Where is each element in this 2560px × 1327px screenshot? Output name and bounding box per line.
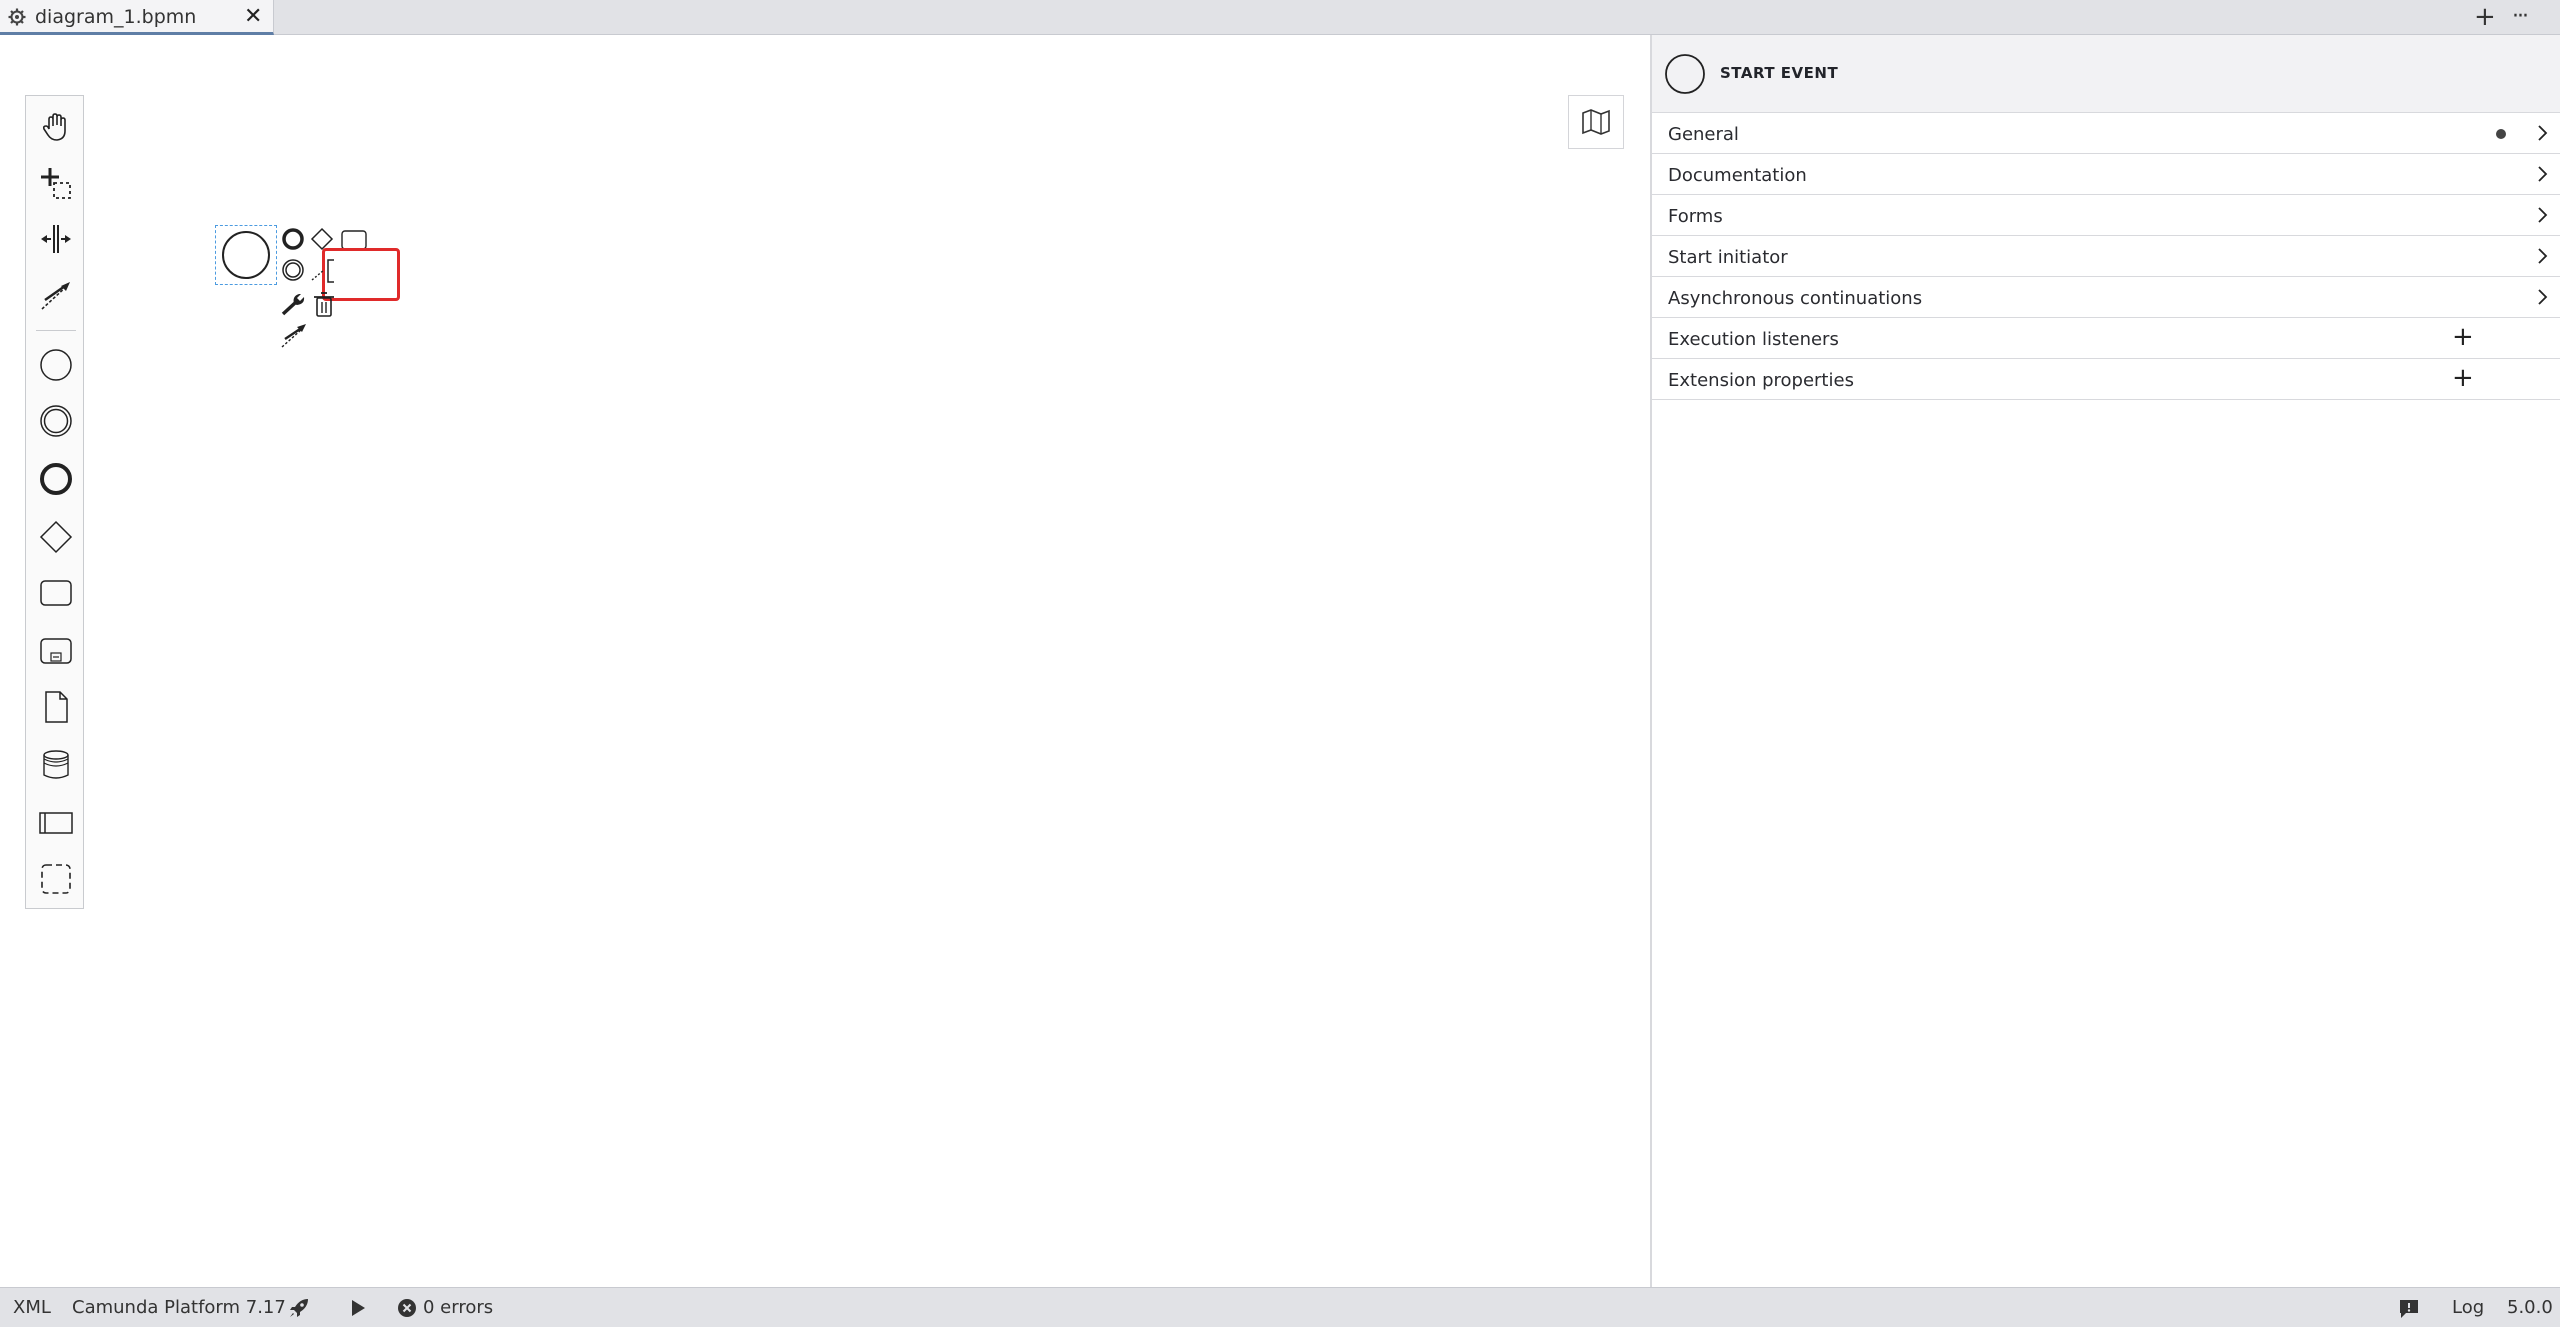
tool-palette: [25, 95, 84, 909]
delete-trash-icon[interactable]: [312, 291, 336, 319]
group-documentation[interactable]: Documentation: [1652, 154, 2560, 195]
add-extension-property-icon[interactable]: +: [2452, 364, 2474, 392]
group-execution-listeners[interactable]: Execution listeners +: [1652, 318, 2560, 359]
chevron-right-icon: [2538, 207, 2548, 223]
group-label: Documentation: [1668, 165, 1807, 186]
tab-diagram[interactable]: diagram_1.bpmn ✕: [0, 0, 274, 35]
global-connect-icon[interactable]: [39, 278, 73, 312]
app-version[interactable]: 5.0.0: [2507, 1297, 2553, 1318]
xml-view-button[interactable]: XML: [13, 1297, 51, 1318]
data-marker-dot: [2496, 129, 2506, 139]
append-text-annotation-icon[interactable]: [310, 258, 338, 286]
diagram-canvas[interactable]: [0, 35, 1650, 1287]
group-label: General: [1668, 124, 1739, 145]
data-object-icon[interactable]: [39, 690, 73, 724]
group-async-continuations[interactable]: Asynchronous continuations: [1652, 277, 2560, 318]
end-event-icon[interactable]: [39, 462, 73, 496]
tab-bar: diagram_1.bpmn ✕ + ···: [0, 0, 2560, 35]
errors-count[interactable]: 0 errors: [423, 1297, 493, 1318]
intermediate-event-icon[interactable]: [39, 404, 73, 438]
feedback-icon[interactable]: [2398, 1298, 2420, 1320]
start-event-shape[interactable]: [220, 230, 272, 282]
lasso-tool-icon[interactable]: [39, 166, 73, 200]
task-icon[interactable]: [39, 576, 73, 610]
chevron-right-icon: [2538, 289, 2548, 305]
platform-version-button[interactable]: Camunda Platform 7.17: [72, 1297, 286, 1318]
subprocess-icon[interactable]: [39, 634, 73, 668]
start-event-icon[interactable]: [39, 348, 73, 382]
group-label: Asynchronous continuations: [1668, 288, 1923, 309]
gear-icon: [8, 8, 26, 26]
rocket-deploy-icon[interactable]: [288, 1297, 310, 1319]
palette-separator: [36, 330, 76, 331]
group-label: Start initiator: [1668, 247, 1788, 268]
data-store-icon[interactable]: [39, 748, 73, 782]
append-end-event-icon[interactable]: [281, 227, 305, 251]
group-general[interactable]: General: [1652, 113, 2560, 154]
tab-title: diagram_1.bpmn: [35, 6, 197, 28]
chevron-right-icon: [2538, 166, 2548, 182]
space-tool-icon[interactable]: [39, 222, 73, 256]
properties-header: START EVENT: [1652, 35, 2560, 113]
hand-tool-icon[interactable]: [39, 110, 73, 144]
chevron-right-icon: [2538, 125, 2548, 141]
connect-arrow-icon[interactable]: [280, 321, 308, 349]
group-label: Execution listeners: [1668, 329, 1839, 350]
play-icon[interactable]: [349, 1298, 367, 1318]
group-label: Extension properties: [1668, 370, 1854, 391]
pool-icon[interactable]: [39, 806, 73, 840]
minimap-toggle-button[interactable]: [1568, 95, 1624, 149]
properties-panel: START EVENT General Documentation Forms …: [1650, 35, 2560, 1287]
status-bar: XML Camunda Platform 7.17 0 errors Log 5…: [0, 1287, 2560, 1327]
element-type-title: START EVENT: [1720, 64, 1839, 82]
close-tab-icon[interactable]: ✕: [244, 4, 262, 29]
group-start-initiator[interactable]: Start initiator: [1652, 236, 2560, 277]
group-icon[interactable]: [39, 862, 73, 896]
more-icon[interactable]: ···: [2512, 2, 2529, 32]
start-event-icon: [1665, 54, 1705, 94]
change-type-wrench-icon[interactable]: [280, 290, 308, 318]
chevron-right-icon: [2538, 248, 2548, 264]
group-label: Forms: [1668, 206, 1723, 227]
map-icon: [1582, 109, 1610, 135]
add-execution-listener-icon[interactable]: +: [2452, 323, 2474, 351]
error-icon: [398, 1299, 416, 1317]
group-forms[interactable]: Forms: [1652, 195, 2560, 236]
group-extension-properties[interactable]: Extension properties +: [1652, 359, 2560, 400]
log-button[interactable]: Log: [2452, 1297, 2484, 1318]
gateway-icon[interactable]: [39, 520, 73, 554]
new-tab-icon[interactable]: +: [2474, 2, 2496, 32]
append-intermediate-event-icon[interactable]: [281, 258, 305, 282]
